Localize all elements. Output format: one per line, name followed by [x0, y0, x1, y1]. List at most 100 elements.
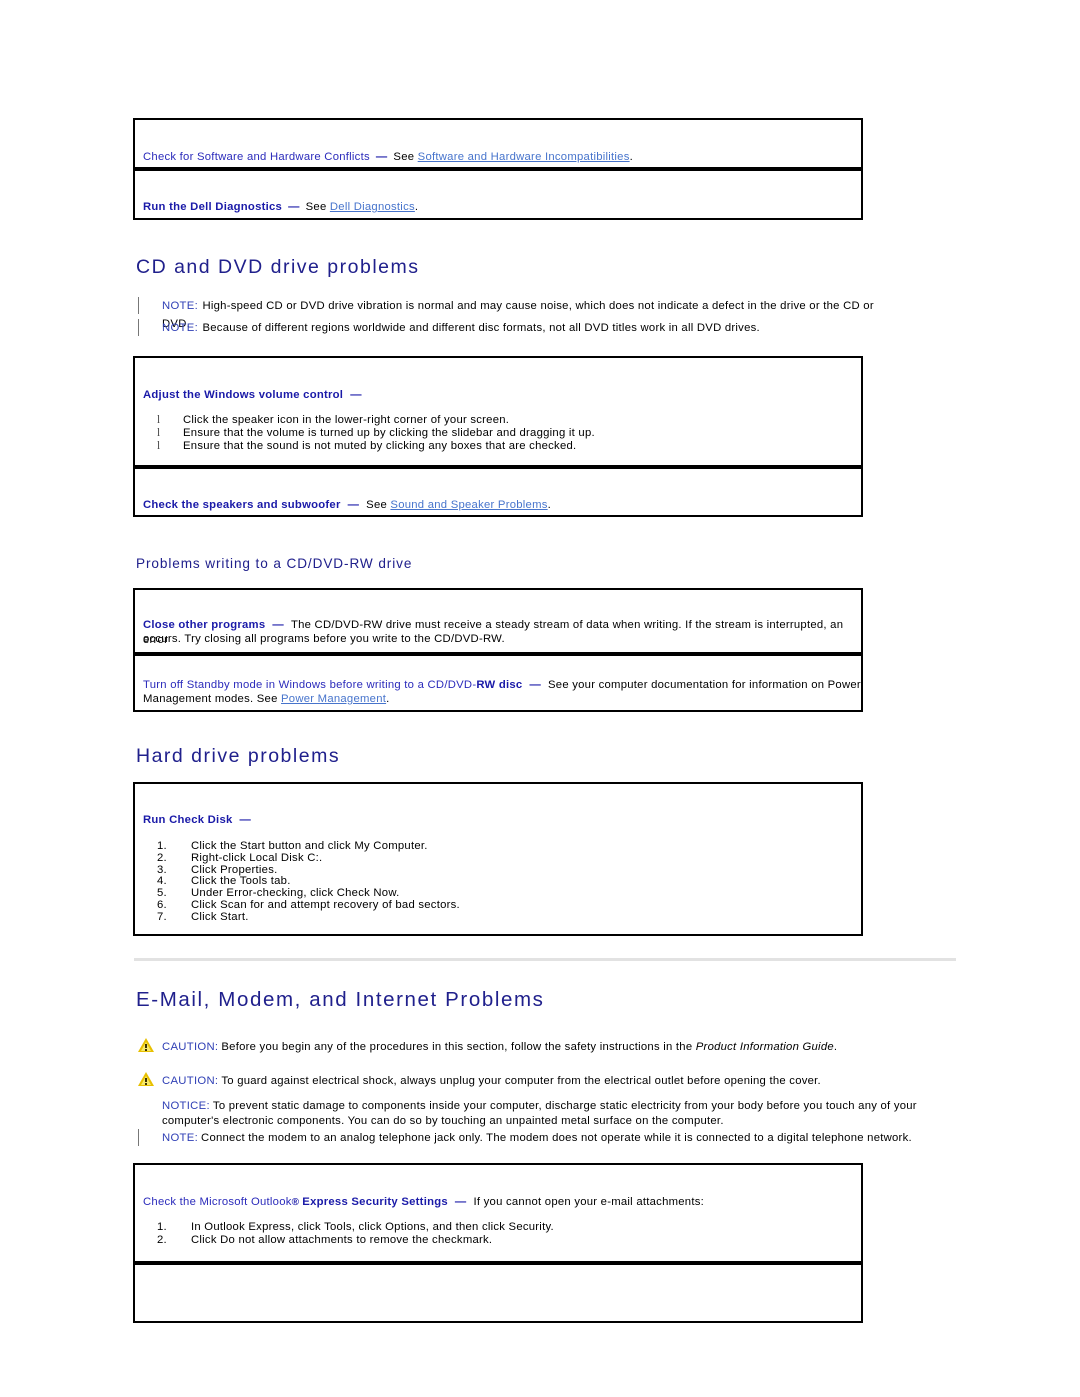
check-line-dell-diagnostics: Run the Dell Diagnostics — See Dell Diagno… — [143, 200, 418, 215]
bullet-marker: l — [157, 414, 161, 426]
note-text: Because of different regions worldwide a… — [202, 322, 760, 334]
list-number: 1. — [157, 1221, 167, 1233]
list-number: 1. — [157, 840, 167, 852]
list-item-text: Click Properties. — [191, 863, 278, 876]
section-divider — [134, 958, 956, 961]
check-trail-text: . — [629, 151, 633, 163]
check-box-next-partial — [133, 1263, 863, 1323]
heading-problems-writing-cd-dvd-rw: Problems writing to a CD/DVD-RW drive — [136, 556, 413, 571]
check-line-software-conflicts: Check for Software and Hardware Conflict… — [143, 150, 633, 165]
check-body-line-2-wrapper: Management modes. See Power Management. — [143, 692, 390, 707]
check-line-standby-mode: Turn off Standby mode in Windows before … — [143, 678, 861, 693]
list-item-text: Click the speaker icon in the lower-righ… — [183, 414, 510, 426]
document-page: Check for Software and Hardware Conflict… — [0, 0, 1080, 1397]
link-software-hardware-incompatibilities[interactable]: Software and Hardware Incompatibilities — [418, 151, 630, 163]
check-box-close-other-programs: Close other programs — The CD/DVD-RW drive… — [133, 588, 863, 654]
heading-hard-drive-problems: Hard drive problems — [136, 745, 341, 767]
check-box-software-conflicts: Check for Software and Hardware Conflict… — [133, 118, 863, 169]
link-dell-diagnostics[interactable]: Dell Diagnostics — [330, 201, 415, 213]
notice-icon — [138, 1097, 154, 1112]
check-line-outlook-security: Check the Microsoft Outlook® Express Secu… — [143, 1195, 704, 1211]
caution-text-post: . — [833, 1041, 838, 1053]
check-title: Adjust the Windows volume control — [143, 389, 344, 401]
list-item-text: Click Start. — [191, 910, 249, 923]
heading-email-modem-internet-problems: E-Mail, Modem, and Internet Problems — [136, 988, 545, 1011]
note-label: NOTE: — [162, 300, 199, 312]
list-number: 5. — [157, 887, 167, 900]
em-dash: — — [529, 679, 542, 691]
em-dash: — — [288, 201, 300, 213]
check-tail-text: If you cannot open your e-mail attachmen… — [473, 1196, 705, 1208]
check-title-bold: RW disc — [476, 679, 523, 691]
em-dash: — — [347, 499, 360, 511]
list-number: 3. — [157, 863, 167, 876]
caution-icon — [138, 1038, 154, 1053]
em-dash: — — [272, 619, 284, 631]
list-item-text: Ensure that the volume is turned up by c… — [183, 427, 595, 440]
check-body-line-2-pre: Management modes. See — [143, 693, 282, 705]
notice-text-line-2: computer's electronic components. You ca… — [162, 1115, 724, 1127]
check-trail-text: . — [414, 201, 419, 213]
list-item-text: Click the Tools tab. — [191, 875, 291, 888]
notice-text-line-1: To prevent static damage to components i… — [212, 1100, 917, 1112]
check-title: Check the speakers and subwoofer — [143, 499, 341, 511]
note-label: NOTE: — [162, 1132, 199, 1144]
list-item-text: Click Scan for and attempt recovery of b… — [191, 898, 460, 911]
caution-icon — [138, 1072, 154, 1087]
check-title-regular: Check the Microsoft Outlook — [143, 1196, 292, 1208]
link-power-management[interactable]: Power Management — [281, 693, 386, 705]
check-box-speakers-subwoofer: Check the speakers and subwoofer — See Sou… — [133, 467, 863, 517]
list-item-text: Right-click Local Disk C:. — [191, 851, 323, 864]
note-analog-telephone-jack: NOTE: Connect the modem to an analog tele… — [138, 1128, 948, 1146]
check-title: Run the Dell Diagnostics — [143, 201, 283, 213]
check-body-line-2-post: . — [386, 693, 390, 705]
check-body-line-2-wrapper: occurs. Try closing all programs before … — [143, 632, 505, 647]
list-number: 6. — [157, 898, 167, 911]
notice-label: NOTICE: — [162, 1100, 210, 1112]
check-title: Close other programs — [143, 619, 266, 631]
check-box-turn-off-standby-mode: Turn off Standby mode in Windows before … — [133, 654, 863, 712]
em-dash: — — [350, 389, 362, 401]
list-item-text: Ensure that the sound is not muted by cl… — [183, 440, 577, 453]
check-box-windows-volume-control: Adjust the Windows volume control — l Cli… — [133, 356, 863, 467]
caution-electrical-shock: CAUTION: To guard against electrical shoc… — [138, 1071, 938, 1089]
list-item-text: In Outlook Express, click Tools, click O… — [191, 1221, 554, 1233]
note-label: NOTE: — [162, 322, 199, 334]
em-dash: — — [239, 814, 252, 826]
check-body-line-2: occurs. Try closing all programs before … — [143, 633, 505, 645]
check-title: Run Check Disk — [143, 814, 233, 826]
check-box-run-check-disk: Run Check Disk — 1. Click the Start butto… — [133, 782, 863, 936]
note-icon — [138, 319, 154, 336]
bullet-marker: l — [157, 440, 161, 453]
caution-label: CAUTION: — [162, 1041, 219, 1053]
caution-text-italic: Product Information Guide — [695, 1041, 834, 1053]
list-number: 4. — [157, 875, 167, 888]
em-dash: — — [454, 1196, 467, 1208]
caution-text: To guard against electrical shock, alway… — [221, 1075, 821, 1087]
note-icon — [138, 1129, 154, 1146]
link-sound-and-speaker-problems[interactable]: Sound and Speaker Problems — [390, 499, 547, 511]
check-box-outlook-express-security: Check the Microsoft Outlook® Express Secu… — [133, 1163, 863, 1263]
check-title-regular: Turn off Standby mode in Windows before … — [143, 679, 477, 691]
check-title-bold: Express Security Settings — [302, 1196, 448, 1208]
list-item-text: Under Error-checking, click Check Now. — [191, 887, 400, 900]
check-line-speakers: Check the speakers and subwoofer — See Sou… — [143, 498, 551, 513]
check-box-dell-diagnostics: Run the Dell Diagnostics — See Dell Diagno… — [133, 169, 863, 220]
list-item-text: Click Do not allow attachments to remove… — [191, 1233, 493, 1246]
note-dvd-regions: NOTE: Because of different regions world… — [138, 318, 898, 336]
check-line-run-check-disk: Run Check Disk — — [143, 813, 251, 828]
caution-label: CAUTION: — [162, 1075, 219, 1087]
check-body-line-1: See your computer documentation for info… — [548, 679, 861, 691]
list-item-text: Click the Start button and click My Comp… — [191, 840, 428, 852]
em-dash: — — [375, 151, 388, 163]
caution-safety-instructions: CAUTION: Before you begin any of the proc… — [138, 1037, 938, 1055]
check-lead-text: See — [393, 151, 418, 163]
check-lead-text: See — [305, 201, 330, 213]
check-lead-text: See — [366, 499, 391, 511]
caution-text-pre: Before you begin any of the procedures i… — [221, 1041, 696, 1053]
note-icon — [138, 297, 154, 314]
list-number: 2. — [157, 851, 167, 864]
check-trail-text: . — [547, 499, 552, 511]
heading-cd-dvd-drive-problems: CD and DVD drive problems — [136, 256, 420, 278]
list-number: 2. — [157, 1233, 167, 1246]
